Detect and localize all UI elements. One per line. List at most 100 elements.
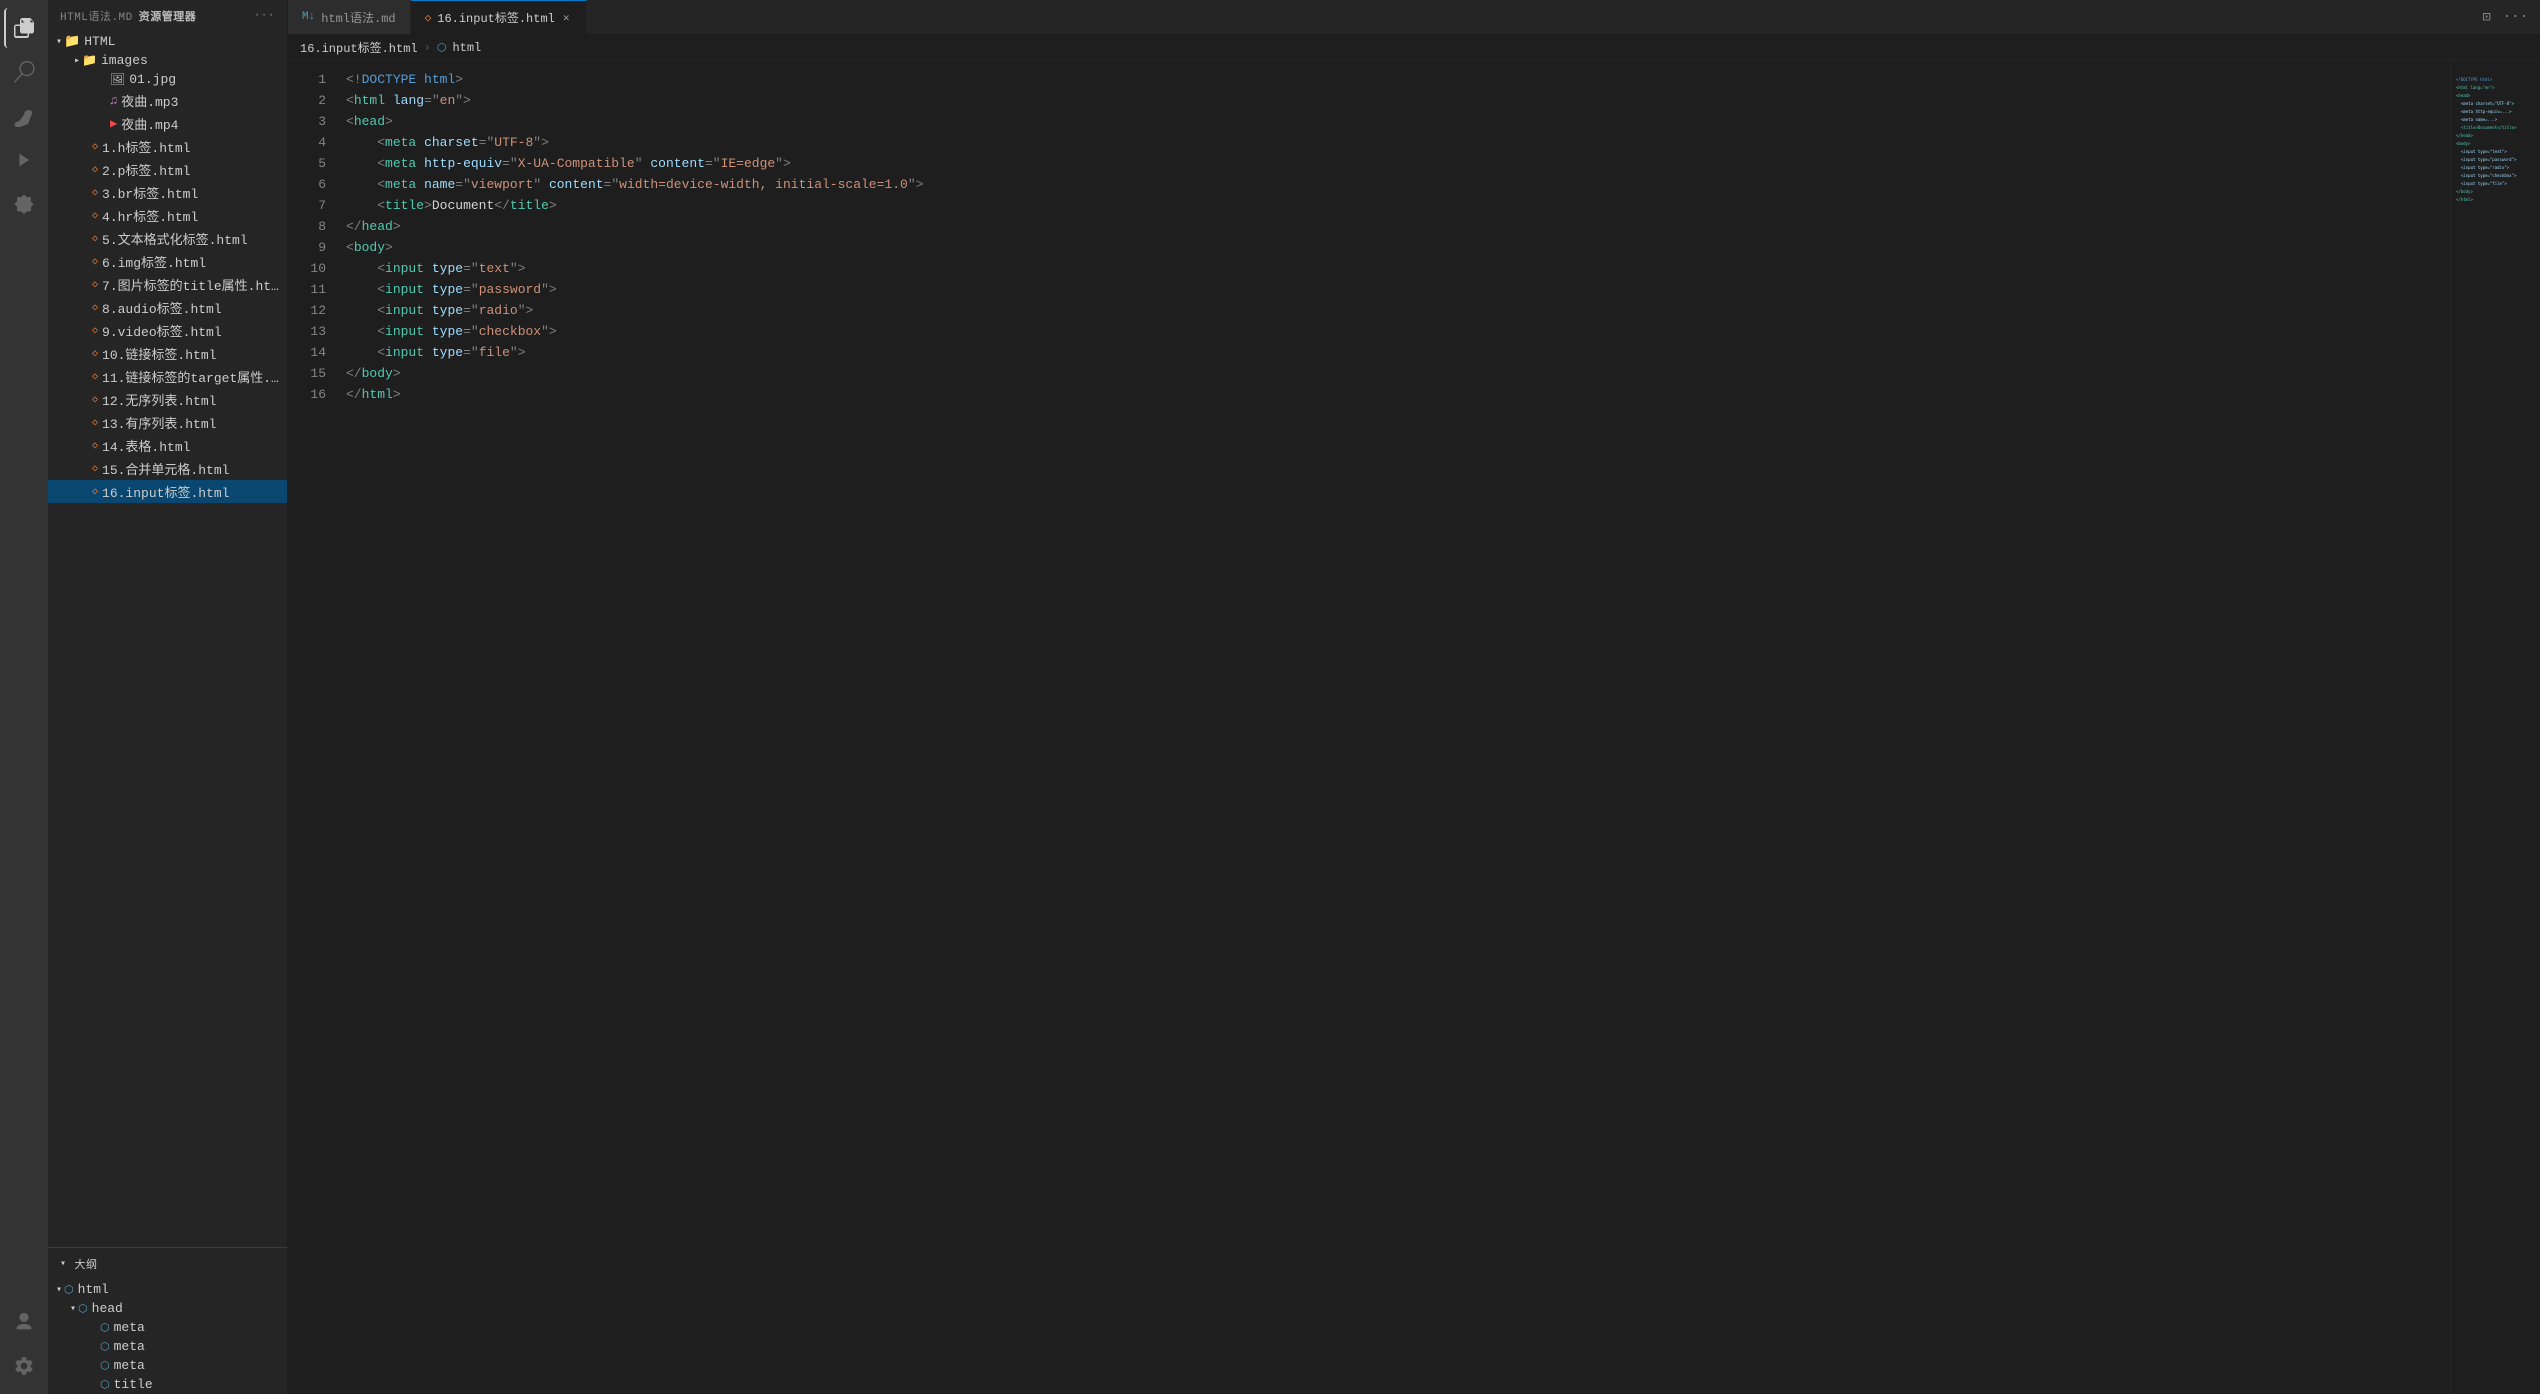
file-15merge[interactable]: ◇ 15.合并单元格.html xyxy=(48,457,287,480)
svg-text:<input type="password">: <input type="password"> xyxy=(2461,157,2517,162)
outline-meta2-label: meta xyxy=(114,1339,145,1354)
html-file-icon: ◇ xyxy=(92,233,98,245)
html-file-icon: ◇ xyxy=(92,486,98,498)
file-1h[interactable]: ◇ 1.h标签.html xyxy=(48,135,287,158)
outline-header[interactable]: ▾ 大纲 xyxy=(48,1248,287,1280)
file-4hr[interactable]: ◇ 4.hr标签.html xyxy=(48,204,287,227)
outline-html-icon: ⬡ xyxy=(64,1283,74,1297)
file-mp3-label: 夜曲.mp3 xyxy=(121,91,178,110)
file-11target[interactable]: ◇ 11.链接标签的target属性.html xyxy=(48,365,287,388)
outline-title[interactable]: ⬡ title xyxy=(48,1375,287,1394)
explorer-header[interactable]: html语法.md 资源管理器 ··· xyxy=(48,0,287,32)
svg-text:<title>Document</title>: <title>Document</title> xyxy=(2461,125,2517,130)
breadcrumb-sep: › xyxy=(424,41,431,55)
file-12ul-label: 12.无序列表.html xyxy=(102,390,216,409)
folder-html[interactable]: ▾ 📁 HTML xyxy=(48,32,287,51)
tab-close-btn[interactable]: ✕ xyxy=(561,9,572,27)
outline-meta1[interactable]: ⬡ meta xyxy=(48,1318,287,1337)
breadcrumb-symbol-icon: ⬡ xyxy=(437,41,447,55)
file-8audio-label: 8.audio标签.html xyxy=(102,298,222,317)
outline-meta3[interactable]: ⬡ meta xyxy=(48,1356,287,1375)
code-content[interactable]: <!DOCTYPE html> <html lang="en"> <head> … xyxy=(338,69,2450,1394)
file-mp3[interactable]: ♫ 夜曲.mp3 xyxy=(48,89,287,112)
html-file-icon: ◇ xyxy=(92,210,98,222)
chevron-down-icon: ▾ xyxy=(60,1258,67,1270)
folder-images-label: images xyxy=(101,53,148,68)
outline-html[interactable]: ▾ ⬡ html xyxy=(48,1280,287,1299)
minimap[interactable]: <!DOCTYPE html> <html lang="en"> <head> … xyxy=(2450,61,2540,1394)
tab-html-syntax[interactable]: M↓ html语法.md xyxy=(288,0,411,34)
code-editor[interactable]: 1 2 3 4 5 6 7 8 9 10 11 12 13 14 15 16 xyxy=(288,61,2450,1394)
file-13ol[interactable]: ◇ 13.有序列表.html xyxy=(48,411,287,434)
breadcrumb-symbol[interactable]: html xyxy=(452,41,481,55)
svg-text:<meta charset="UTF-8">: <meta charset="UTF-8"> xyxy=(2461,101,2515,106)
folder-images[interactable]: ▸ 📁 images xyxy=(48,51,287,70)
html-file-icon: ◇ xyxy=(92,417,98,429)
chevron-down-icon: ▾ xyxy=(70,1303,76,1315)
html-file-icon: ◇ xyxy=(92,371,98,383)
file-10link-label: 10.链接标签.html xyxy=(102,344,216,363)
file-10link[interactable]: ◇ 10.链接标签.html xyxy=(48,342,287,365)
html-file-icon: ◇ xyxy=(92,440,98,452)
activity-explorer[interactable] xyxy=(4,8,44,48)
html-file-icon: ◇ xyxy=(92,141,98,153)
activity-search[interactable] xyxy=(4,52,44,92)
activity-bar xyxy=(0,0,48,1394)
outline-title: 大纲 xyxy=(75,1256,98,1272)
html-file-icon: ◇ xyxy=(92,348,98,360)
file-6img-label: 6.img标签.html xyxy=(102,252,206,271)
activity-extensions[interactable] xyxy=(4,184,44,224)
activity-account[interactable] xyxy=(4,1302,44,1342)
outline-title-icon: ⬡ xyxy=(100,1378,110,1392)
file-8audio[interactable]: ◇ 8.audio标签.html xyxy=(48,296,287,319)
file-6img[interactable]: ◇ 6.img标签.html xyxy=(48,250,287,273)
svg-text:<input type="radio">: <input type="radio"> xyxy=(2461,165,2510,170)
file-4hr-label: 4.hr标签.html xyxy=(102,206,198,225)
file-mp4[interactable]: ▶ 夜曲.mp4 xyxy=(48,112,287,135)
more-actions-icon[interactable]: ··· xyxy=(2503,9,2528,25)
file-3br-label: 3.br标签.html xyxy=(102,183,198,202)
folder-icon: 📁 xyxy=(82,53,97,68)
activity-settings[interactable] xyxy=(4,1346,44,1386)
explorer-more-icon[interactable]: ··· xyxy=(254,10,275,22)
html-file-icon: ◇ xyxy=(92,256,98,268)
svg-text:</body>: </body> xyxy=(2456,189,2473,194)
split-editor-icon[interactable]: ⊡ xyxy=(2482,9,2490,26)
html-file-icon: ◇ xyxy=(92,302,98,314)
html-file-icon: ◇ xyxy=(92,187,98,199)
file-14table[interactable]: ◇ 14.表格.html xyxy=(48,434,287,457)
svg-text:<!DOCTYPE html>: <!DOCTYPE html> xyxy=(2456,77,2493,82)
file-2p-label: 2.p标签.html xyxy=(102,160,190,179)
audio-file-icon: ♫ xyxy=(110,94,117,108)
tab-bar-right: ⊡ ··· xyxy=(2470,9,2540,26)
tab-input-tag[interactable]: ◇ 16.input标签.html ✕ xyxy=(411,0,587,34)
file-7title[interactable]: ◇ 7.图片标签的title属性.html xyxy=(48,273,287,296)
file-2p[interactable]: ◇ 2.p标签.html xyxy=(48,158,287,181)
tab-html-syntax-label: html语法.md xyxy=(321,9,395,26)
file-5text-label: 5.文本格式化标签.html xyxy=(102,229,248,248)
file-5text[interactable]: ◇ 5.文本格式化标签.html xyxy=(48,227,287,250)
file-01jpg[interactable]: 🖼 01.jpg xyxy=(48,70,287,89)
outline-meta-icon: ⬡ xyxy=(100,1340,110,1354)
svg-text:<html lang="en">: <html lang="en"> xyxy=(2456,85,2495,90)
outline-section: ▾ 大纲 ▾ ⬡ html ▾ ⬡ head ⬡ meta xyxy=(48,1248,287,1394)
file-12ul[interactable]: ◇ 12.无序列表.html xyxy=(48,388,287,411)
html-file-icon: ◇ xyxy=(92,394,98,406)
file-9video[interactable]: ◇ 9.video标签.html xyxy=(48,319,287,342)
outline-html-label: html xyxy=(78,1282,109,1297)
outline-meta-icon: ⬡ xyxy=(100,1359,110,1373)
explorer-more-btn[interactable]: html语法.md xyxy=(60,8,133,24)
file-14table-label: 14.表格.html xyxy=(102,436,190,455)
svg-text:</html>: </html> xyxy=(2456,197,2473,202)
outline-meta2[interactable]: ⬡ meta xyxy=(48,1337,287,1356)
activity-run[interactable] xyxy=(4,140,44,180)
activity-git[interactable] xyxy=(4,96,44,136)
outline-head[interactable]: ▾ ⬡ head xyxy=(48,1299,287,1318)
file-16input[interactable]: ◇ 16.input标签.html xyxy=(48,480,287,503)
outline-title-label: title xyxy=(114,1377,153,1392)
file-3br[interactable]: ◇ 3.br标签.html xyxy=(48,181,287,204)
folder-icon: 📁 xyxy=(64,34,80,49)
outline-meta3-label: meta xyxy=(114,1358,145,1373)
breadcrumb-file[interactable]: 16.input标签.html xyxy=(300,39,418,56)
outline-meta-icon: ⬡ xyxy=(100,1321,110,1335)
